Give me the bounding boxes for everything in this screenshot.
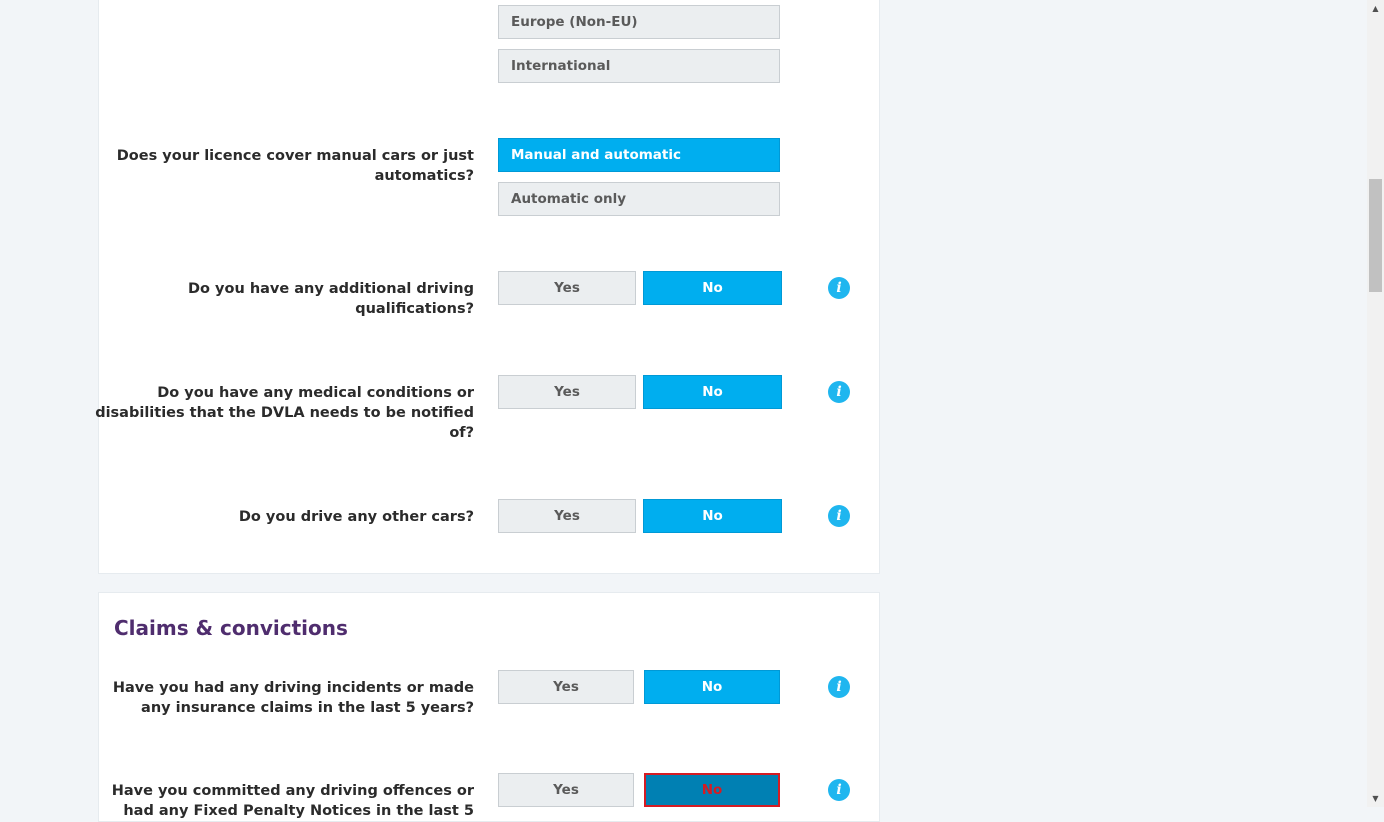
medical-yes-button[interactable]: Yes — [498, 375, 636, 409]
qualifications-question: Do you have any additional driving quali… — [187, 281, 474, 317]
qualifications-no-button[interactable]: No — [643, 271, 782, 305]
info-icon[interactable]: i — [828, 779, 850, 801]
offences-yes-button[interactable]: Yes — [498, 773, 634, 807]
scrollbar-thumb[interactable] — [1369, 179, 1382, 292]
automatic-only-option[interactable]: Automatic only — [498, 182, 780, 216]
licence-region-international-option[interactable]: International — [498, 49, 780, 83]
info-icon[interactable]: i — [828, 381, 850, 403]
licence-type-question: Does your licence cover manual cars or j… — [116, 148, 474, 184]
other-cars-question: Do you drive any other cars? — [238, 509, 474, 525]
other-cars-yes-button[interactable]: Yes — [498, 499, 636, 533]
info-icon[interactable]: i — [828, 277, 850, 299]
scroll-up-icon[interactable]: ▲ — [1367, 0, 1384, 17]
incidents-yes-button[interactable]: Yes — [498, 670, 634, 704]
incidents-question: Have you had any driving incidents or ma… — [112, 680, 474, 716]
info-icon[interactable]: i — [828, 505, 850, 527]
qualifications-yes-button[interactable]: Yes — [498, 271, 636, 305]
medical-no-button[interactable]: No — [643, 375, 782, 409]
scroll-down-icon[interactable]: ▼ — [1367, 790, 1384, 807]
offences-no-button[interactable]: No — [644, 773, 780, 807]
offences-question: Have you committed any driving offences … — [111, 783, 474, 819]
section-title: Claims & convictions — [114, 616, 348, 640]
scrollbar[interactable]: ▲ ▼ — [1367, 0, 1384, 807]
info-icon[interactable]: i — [828, 676, 850, 698]
medical-conditions-question: Do you have any medical conditions or di… — [95, 385, 474, 441]
licence-region-europe-non-eu-option[interactable]: Europe (Non-EU) — [498, 5, 780, 39]
incidents-no-button[interactable]: No — [644, 670, 780, 704]
manual-and-automatic-option[interactable]: Manual and automatic — [498, 138, 780, 172]
other-cars-no-button[interactable]: No — [643, 499, 782, 533]
